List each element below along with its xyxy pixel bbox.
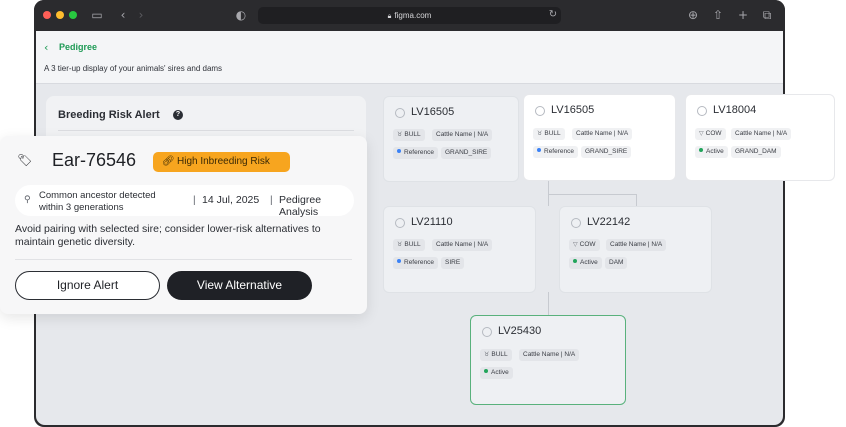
advice-line-2: maintain genetic diversity. bbox=[15, 236, 136, 248]
browser-toolbar: ▭ ‹ › ◐ 🔒︎ figma.com ↻ ⊕ ⇧ + ⧉ bbox=[34, 0, 785, 31]
role-chip: SIRE bbox=[441, 257, 465, 269]
pedigree-card-grand-sire[interactable]: LV16505 ♉ BULL Cattle Name | N/A Referenc… bbox=[383, 96, 519, 182]
animal-id: LV16505 bbox=[551, 104, 595, 116]
animal-id: Ear-76546 bbox=[52, 150, 137, 170]
sex-chip: ♉ BULL bbox=[480, 349, 512, 361]
connector-line bbox=[548, 292, 549, 316]
animal-icon bbox=[697, 106, 707, 116]
page-subtitle: A 3 tier-up display of your animals' sir… bbox=[44, 64, 223, 73]
maximize-window-button[interactable] bbox=[69, 11, 77, 19]
animal-id: LV21110 bbox=[411, 216, 453, 228]
animal-icon bbox=[535, 106, 545, 116]
back-icon[interactable]: ‹ bbox=[116, 8, 130, 22]
forward-icon[interactable]: › bbox=[134, 8, 148, 22]
sex-chip: ♉ BULL bbox=[393, 129, 425, 141]
sidebar-icon[interactable]: ▭ bbox=[90, 8, 104, 22]
sex-chip: ▽ COW bbox=[569, 239, 600, 251]
animal-id: LV16505 bbox=[411, 106, 455, 118]
animal-id: LV25430 bbox=[498, 325, 542, 337]
cattle-name-chip: Cattle Name | N/A bbox=[731, 128, 792, 140]
cattle-name-chip: Cattle Name | N/A bbox=[432, 239, 493, 251]
view-alternative-button[interactable]: View Alternative bbox=[167, 271, 312, 300]
divider bbox=[15, 259, 352, 260]
tabs-icon[interactable]: ⧉ bbox=[760, 8, 774, 22]
link-icon: 🔗︎ bbox=[162, 156, 175, 167]
alert-source: Pedigree Analysis bbox=[279, 194, 322, 218]
role-chip: DAM bbox=[605, 257, 628, 269]
status-chip: Reference bbox=[533, 146, 578, 158]
separator: | bbox=[193, 195, 196, 206]
url-display: 🔒︎ figma.com bbox=[258, 7, 561, 24]
page-header: ‹ Pedigree A 3 tier-up display of your a… bbox=[36, 31, 783, 84]
sex-chip: ♉ BULL bbox=[393, 239, 425, 251]
shield-icon[interactable]: ◐ bbox=[234, 8, 248, 22]
advice-line-1: Avoid pairing with selected sire; consid… bbox=[15, 223, 321, 235]
status-chip: Active bbox=[695, 146, 728, 158]
animal-icon bbox=[482, 327, 492, 337]
pedigree-card-sire[interactable]: LV21110 ♉ BULL Cattle Name | N/A Referenc… bbox=[383, 206, 536, 293]
dna-icon: ⚲ bbox=[24, 195, 31, 205]
inbreeding-alert-popover: 🏷︎ Ear-76546 🔗︎ High Inbreeding Risk ⚲ C… bbox=[0, 136, 367, 314]
tag-icon: 🏷︎ bbox=[17, 153, 33, 167]
pedigree-card-grand-dam[interactable]: LV18004 ▽ COW Cattle Name | N/A Active GR… bbox=[685, 94, 835, 181]
share-icon[interactable]: ⇧ bbox=[711, 8, 725, 22]
cattle-name-chip: Cattle Name | N/A bbox=[572, 128, 633, 140]
sex-chip: ♉ BULL bbox=[533, 128, 565, 140]
role-chip: GRAND_DAM bbox=[731, 146, 781, 158]
connector-line bbox=[636, 194, 637, 206]
status-chip: Reference bbox=[393, 257, 438, 269]
connector-line bbox=[548, 194, 636, 195]
status-chip: Reference bbox=[393, 147, 438, 159]
breadcrumb[interactable]: Pedigree bbox=[59, 42, 97, 52]
info-line-2: within 3 generations bbox=[39, 202, 124, 213]
address-bar[interactable]: 🔒︎ figma.com ↻ bbox=[258, 7, 561, 24]
back-chevron-icon[interactable]: ‹ bbox=[44, 41, 48, 54]
cattle-name-chip: Cattle Name | N/A bbox=[432, 129, 493, 141]
cattle-name-chip: Cattle Name | N/A bbox=[519, 349, 580, 361]
role-chip: GRAND_SIRE bbox=[441, 147, 492, 159]
animal-id: LV18004 bbox=[713, 104, 757, 116]
role-chip: GRAND_SIRE bbox=[581, 146, 632, 158]
lock-icon: 🔒︎ bbox=[387, 12, 392, 20]
info-line-1: Common ancestor detected bbox=[39, 190, 156, 201]
pedigree-card-dam[interactable]: LV22142 ▽ COW Cattle Name | N/A Active DA… bbox=[559, 206, 712, 293]
pedigree-card-grand-sire-highlight[interactable]: LV16505 ♉ BULL Cattle Name | N/A Referenc… bbox=[523, 94, 676, 181]
risk-label: High Inbreeding Risk bbox=[177, 156, 270, 167]
close-window-button[interactable] bbox=[43, 11, 51, 19]
cattle-name-chip: Cattle Name | N/A bbox=[606, 239, 667, 251]
new-tab-icon[interactable]: + bbox=[736, 8, 750, 22]
animal-icon bbox=[395, 108, 405, 118]
reload-icon[interactable]: ↻ bbox=[546, 8, 560, 22]
animal-icon bbox=[395, 218, 405, 228]
help-icon[interactable]: ? bbox=[173, 110, 183, 120]
risk-badge: 🔗︎ High Inbreeding Risk bbox=[153, 152, 290, 172]
panel-title: Breeding Risk Alert bbox=[58, 109, 160, 121]
animal-icon bbox=[571, 218, 581, 228]
alert-info-row: ⚲ Common ancestor detected within 3 gene… bbox=[15, 185, 354, 218]
minimize-window-button[interactable] bbox=[56, 11, 64, 19]
ignore-alert-button[interactable]: Ignore Alert bbox=[15, 271, 160, 300]
divider bbox=[58, 130, 354, 131]
download-icon[interactable]: ⊕ bbox=[686, 8, 700, 22]
url-text: figma.com bbox=[394, 11, 432, 20]
status-chip: Active bbox=[569, 257, 602, 269]
status-chip: Active bbox=[480, 367, 513, 379]
animal-id: LV22142 bbox=[587, 216, 631, 228]
separator: | bbox=[270, 195, 273, 206]
sex-chip: ▽ COW bbox=[695, 128, 726, 140]
alert-date: 14 Jul, 2025 bbox=[202, 194, 260, 206]
pedigree-card-subject[interactable]: LV25430 ♉ BULL Cattle Name | N/A Active bbox=[470, 315, 626, 405]
screenshot-root: ▭ ‹ › ◐ 🔒︎ figma.com ↻ ⊕ ⇧ + ⧉ ‹ Pedigree… bbox=[0, 0, 846, 427]
